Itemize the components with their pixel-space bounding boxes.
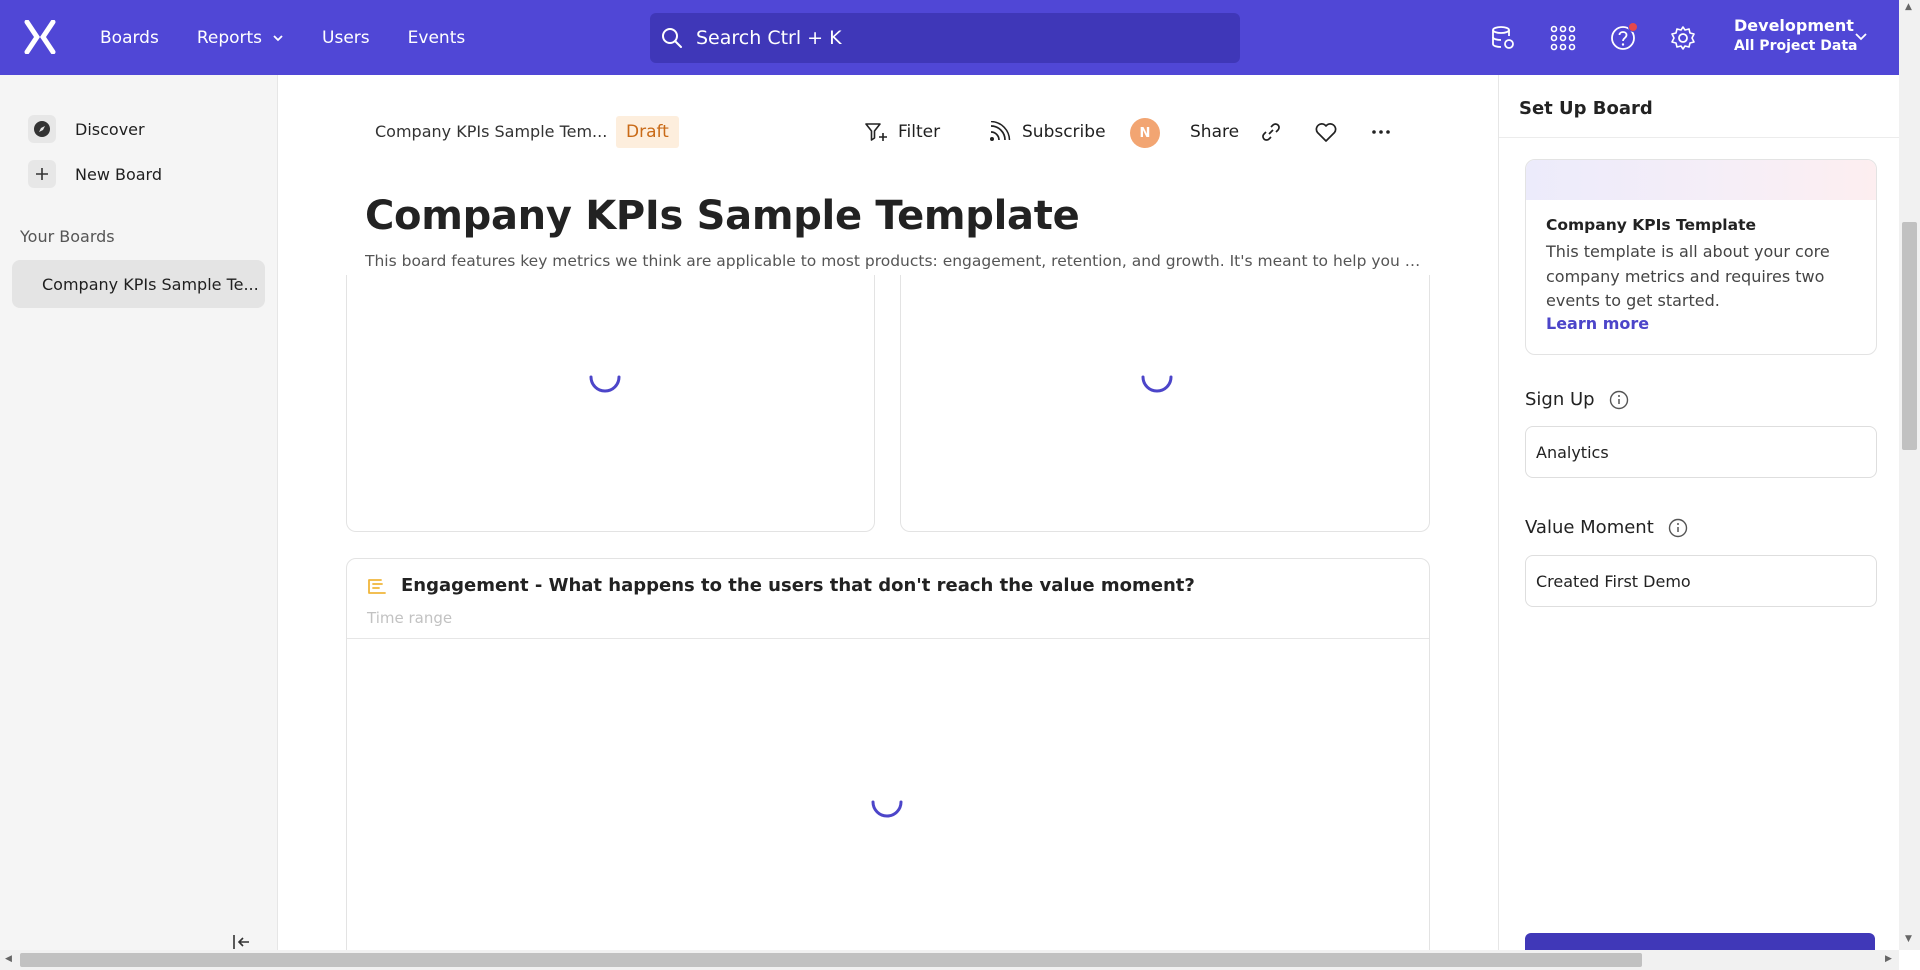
rss-icon xyxy=(990,121,1011,141)
your-boards-heading: Your Boards xyxy=(20,227,115,246)
help-icon[interactable] xyxy=(1608,21,1638,53)
mixpanel-logo-icon[interactable] xyxy=(24,19,56,55)
board-main: Company KPIs Sample Tem... Draft Filter … xyxy=(278,75,1498,950)
loading-spinner-icon xyxy=(871,800,903,818)
project-name: Development xyxy=(1734,16,1854,35)
link-icon xyxy=(1262,123,1280,141)
project-data-scope: All Project Data xyxy=(1734,38,1858,54)
nav-users-label: Users xyxy=(322,27,370,48)
flows-report-icon xyxy=(368,579,386,594)
scroll-down-arrow-icon[interactable]: ▼ xyxy=(1905,934,1912,944)
template-info-card: Company KPIs Template This template is a… xyxy=(1525,159,1877,355)
favorite-button[interactable] xyxy=(1314,115,1348,149)
notification-dot xyxy=(1628,21,1638,32)
more-options-button[interactable] xyxy=(1370,115,1402,149)
project-selector[interactable]: Development All Project Data xyxy=(1734,16,1857,54)
template-description: This template is all about your core com… xyxy=(1546,242,1830,310)
subscribe-label: Subscribe xyxy=(1022,122,1106,142)
nav-reports[interactable]: Reports xyxy=(197,28,284,48)
more-horizontal-icon xyxy=(1372,130,1390,134)
nav-events-label: Events xyxy=(407,27,466,48)
filter-add-icon xyxy=(865,123,887,141)
compass-icon xyxy=(28,115,56,143)
sign-up-event-select[interactable]: Analytics xyxy=(1525,426,1877,478)
template-name: Company KPIs Template xyxy=(1546,216,1756,234)
board-description: This board features key metrics we think… xyxy=(365,252,1425,270)
chevron-down-icon xyxy=(273,34,283,41)
report-card-engagement[interactable]: Engagement - What happens to the users t… xyxy=(346,558,1430,950)
breadcrumb[interactable]: Company KPIs Sample Tem... xyxy=(375,122,607,141)
value-moment-event-select[interactable]: Created First Demo xyxy=(1525,555,1877,607)
scroll-left-arrow-icon[interactable]: ◀ xyxy=(5,954,12,964)
data-management-icon[interactable] xyxy=(1488,23,1518,53)
info-icon[interactable] xyxy=(1668,518,1688,538)
learn-more-link[interactable]: Learn more xyxy=(1546,314,1649,333)
divider xyxy=(1499,137,1899,138)
loading-spinner-icon xyxy=(1141,375,1173,393)
loading-spinner-icon xyxy=(589,375,621,393)
search-icon xyxy=(662,28,682,48)
filter-label: Filter xyxy=(898,122,941,142)
horizontal-scroll-thumb[interactable] xyxy=(20,953,1642,967)
report-card[interactable] xyxy=(900,275,1430,532)
filter-button[interactable]: Filter xyxy=(864,115,940,149)
field-label-text: Value Moment xyxy=(1525,517,1654,538)
nav-events[interactable]: Events xyxy=(408,28,466,48)
page-title: Company KPIs Sample Template xyxy=(365,193,1080,239)
field-value: Analytics xyxy=(1536,442,1609,462)
nav-utility-icons xyxy=(1488,0,1728,75)
vertical-scroll-thumb[interactable] xyxy=(1902,222,1917,450)
status-badge: Draft xyxy=(616,116,679,148)
avatar[interactable]: N xyxy=(1130,118,1160,148)
sidebar-item-label: New Board xyxy=(75,164,163,184)
field-value: Created First Demo xyxy=(1536,571,1691,591)
report-card[interactable] xyxy=(346,275,875,532)
sidebar-board-item[interactable]: Company KPIs Sample Te... xyxy=(12,260,265,308)
chevron-down-icon[interactable] xyxy=(1854,32,1868,42)
field-label-text: Sign Up xyxy=(1525,389,1595,410)
value-moment-label: Value Moment xyxy=(1525,517,1688,538)
horizontal-scrollbar[interactable]: ◀ ▶ xyxy=(0,950,1899,970)
nav-boards[interactable]: Boards xyxy=(100,28,159,48)
sidebar-item-label: Discover xyxy=(75,119,145,139)
report-time-range: Time range xyxy=(367,609,453,627)
top-nav: Boards Reports Users Events Search Ctrl … xyxy=(0,0,1899,75)
sign-up-label: Sign Up xyxy=(1525,389,1629,410)
nav-users[interactable]: Users xyxy=(322,28,370,48)
search-placeholder: Search Ctrl + K xyxy=(696,27,842,49)
divider xyxy=(347,638,1429,639)
sidebar-item-discover[interactable]: Discover xyxy=(28,115,145,143)
settings-gear-icon[interactable] xyxy=(1668,23,1698,53)
plus-icon xyxy=(28,160,56,188)
collapse-sidebar-icon[interactable] xyxy=(232,933,252,951)
search-input[interactable]: Search Ctrl + K xyxy=(650,13,1240,63)
panel-title: Set Up Board xyxy=(1519,98,1653,119)
nav-boards-label: Boards xyxy=(100,27,159,48)
subscribe-button[interactable]: Subscribe xyxy=(988,115,1106,149)
scroll-right-arrow-icon[interactable]: ▶ xyxy=(1885,954,1892,964)
sidebar-item-new-board[interactable]: New Board xyxy=(28,160,162,188)
left-sidebar: Discover New Board Your Boards Company K… xyxy=(0,75,278,950)
heart-icon xyxy=(1315,123,1337,142)
nav-reports-label: Reports xyxy=(196,27,263,48)
share-button[interactable]: Share xyxy=(1190,115,1239,149)
copy-link-button[interactable] xyxy=(1260,115,1292,149)
scroll-up-arrow-icon[interactable]: ▲ xyxy=(1905,2,1912,12)
template-banner xyxy=(1526,160,1876,200)
vertical-scrollbar[interactable]: ▲ ▼ xyxy=(1899,0,1920,950)
sidebar-board-label: Company KPIs Sample Te... xyxy=(42,274,259,294)
setup-board-panel: Set Up Board Company KPIs Template This … xyxy=(1498,75,1899,950)
report-title[interactable]: Engagement - What happens to the users t… xyxy=(401,575,1195,596)
finish-setup-button[interactable] xyxy=(1525,933,1875,950)
apps-grid-icon[interactable] xyxy=(1548,23,1578,53)
info-icon[interactable] xyxy=(1609,390,1629,410)
main-nav: Boards Reports Users Events xyxy=(100,0,503,75)
share-label: Share xyxy=(1190,122,1240,142)
